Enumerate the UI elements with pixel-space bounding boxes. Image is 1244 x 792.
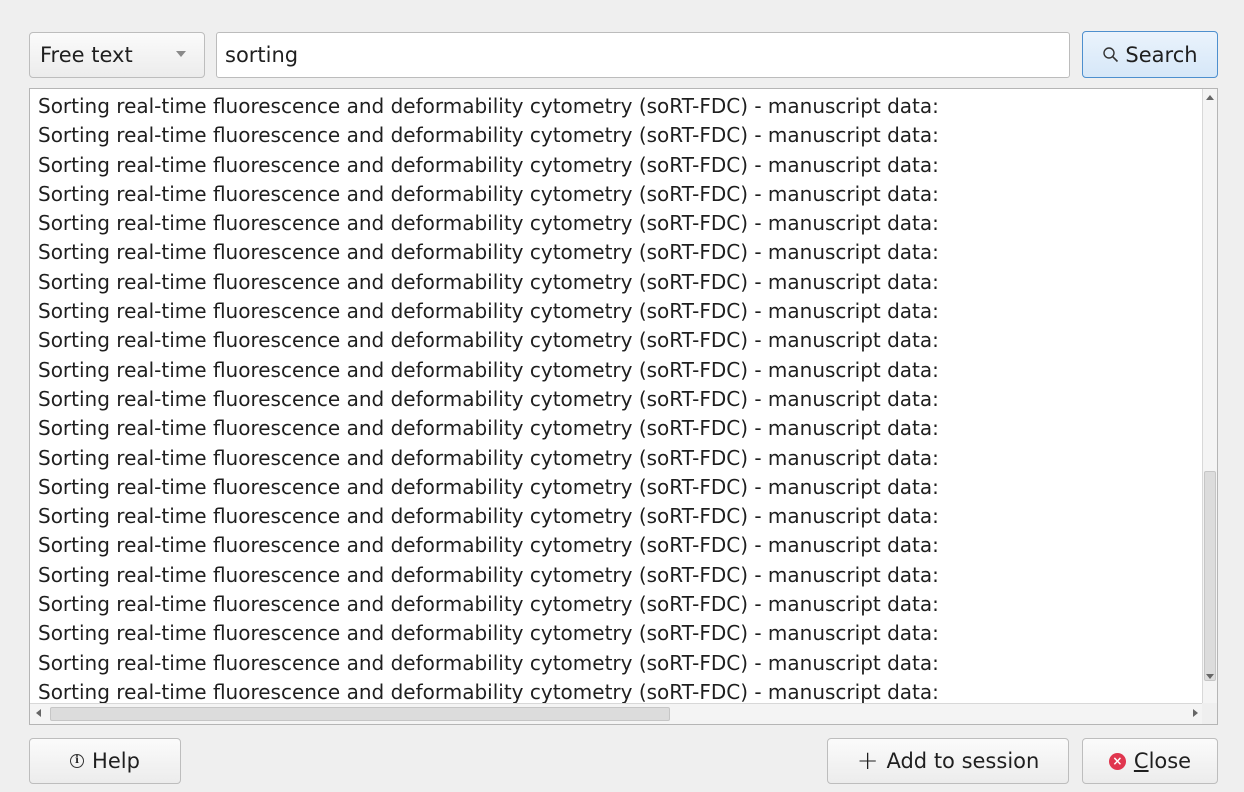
scrollbar-corner bbox=[1202, 703, 1217, 724]
search-icon bbox=[1102, 46, 1119, 63]
help-button[interactable]: i Help bbox=[29, 738, 181, 784]
list-item[interactable]: Sorting real-time fluorescence and defor… bbox=[30, 121, 1204, 150]
search-input[interactable] bbox=[216, 32, 1070, 78]
horizontal-scroll-thumb[interactable] bbox=[50, 707, 670, 721]
list-item[interactable]: Sorting real-time fluorescence and defor… bbox=[30, 356, 1204, 385]
list-item[interactable]: Sorting real-time fluorescence and defor… bbox=[30, 502, 1204, 531]
close-button[interactable]: × Close bbox=[1082, 738, 1218, 784]
scroll-left-icon[interactable] bbox=[36, 709, 41, 717]
list-item[interactable]: Sorting real-time fluorescence and defor… bbox=[30, 385, 1204, 414]
scroll-right-icon[interactable] bbox=[1193, 709, 1198, 717]
search-mode-value: Free text bbox=[40, 43, 133, 67]
list-item[interactable]: Sorting real-time fluorescence and defor… bbox=[30, 619, 1204, 648]
help-button-label: Help bbox=[92, 749, 140, 773]
list-item[interactable]: Sorting real-time fluorescence and defor… bbox=[30, 151, 1204, 180]
list-item[interactable]: Sorting real-time fluorescence and defor… bbox=[30, 649, 1204, 678]
horizontal-scrollbar[interactable] bbox=[30, 703, 1204, 724]
list-item[interactable]: Sorting real-time fluorescence and defor… bbox=[30, 473, 1204, 502]
results-rows: Sorting real-time fluorescence and defor… bbox=[30, 89, 1204, 703]
list-item[interactable]: Sorting real-time fluorescence and defor… bbox=[30, 590, 1204, 619]
close-icon: × bbox=[1108, 752, 1126, 770]
close-label-rest: lose bbox=[1148, 749, 1192, 773]
list-item[interactable]: Sorting real-time fluorescence and defor… bbox=[30, 561, 1204, 590]
list-item[interactable]: Sorting real-time fluorescence and defor… bbox=[30, 268, 1204, 297]
list-item[interactable]: Sorting real-time fluorescence and defor… bbox=[30, 92, 1204, 121]
vertical-scroll-thumb[interactable] bbox=[1204, 471, 1216, 681]
list-item[interactable]: Sorting real-time fluorescence and defor… bbox=[30, 531, 1204, 560]
search-button-label: Search bbox=[1125, 42, 1198, 67]
search-dialog: Free text Search Sorting real-time fluor… bbox=[0, 0, 1244, 792]
add-to-session-label: Add to session bbox=[886, 749, 1040, 773]
search-button[interactable]: Search bbox=[1082, 31, 1218, 78]
close-button-label: Close bbox=[1134, 749, 1191, 773]
results-list[interactable]: Sorting real-time fluorescence and defor… bbox=[29, 88, 1218, 725]
list-item[interactable]: Sorting real-time fluorescence and defor… bbox=[30, 678, 1204, 703]
list-item[interactable]: Sorting real-time fluorescence and defor… bbox=[30, 297, 1204, 326]
chevron-down-icon bbox=[176, 51, 186, 57]
close-mnemonic: C bbox=[1133, 749, 1149, 773]
list-item[interactable]: Sorting real-time fluorescence and defor… bbox=[30, 180, 1204, 209]
list-item[interactable]: Sorting real-time fluorescence and defor… bbox=[30, 326, 1204, 355]
search-mode-select[interactable]: Free text bbox=[29, 32, 205, 78]
list-item[interactable]: Sorting real-time fluorescence and defor… bbox=[30, 444, 1204, 473]
plus-icon: + bbox=[856, 746, 879, 776]
info-icon: i bbox=[70, 754, 85, 768]
scroll-down-icon[interactable] bbox=[1206, 674, 1214, 679]
add-to-session-button[interactable]: + Add to session bbox=[827, 738, 1069, 784]
scroll-up-icon[interactable] bbox=[1206, 95, 1214, 100]
list-item[interactable]: Sorting real-time fluorescence and defor… bbox=[30, 209, 1204, 238]
vertical-scrollbar[interactable] bbox=[1202, 89, 1217, 703]
list-item[interactable]: Sorting real-time fluorescence and defor… bbox=[30, 238, 1204, 267]
list-item[interactable]: Sorting real-time fluorescence and defor… bbox=[30, 414, 1204, 443]
